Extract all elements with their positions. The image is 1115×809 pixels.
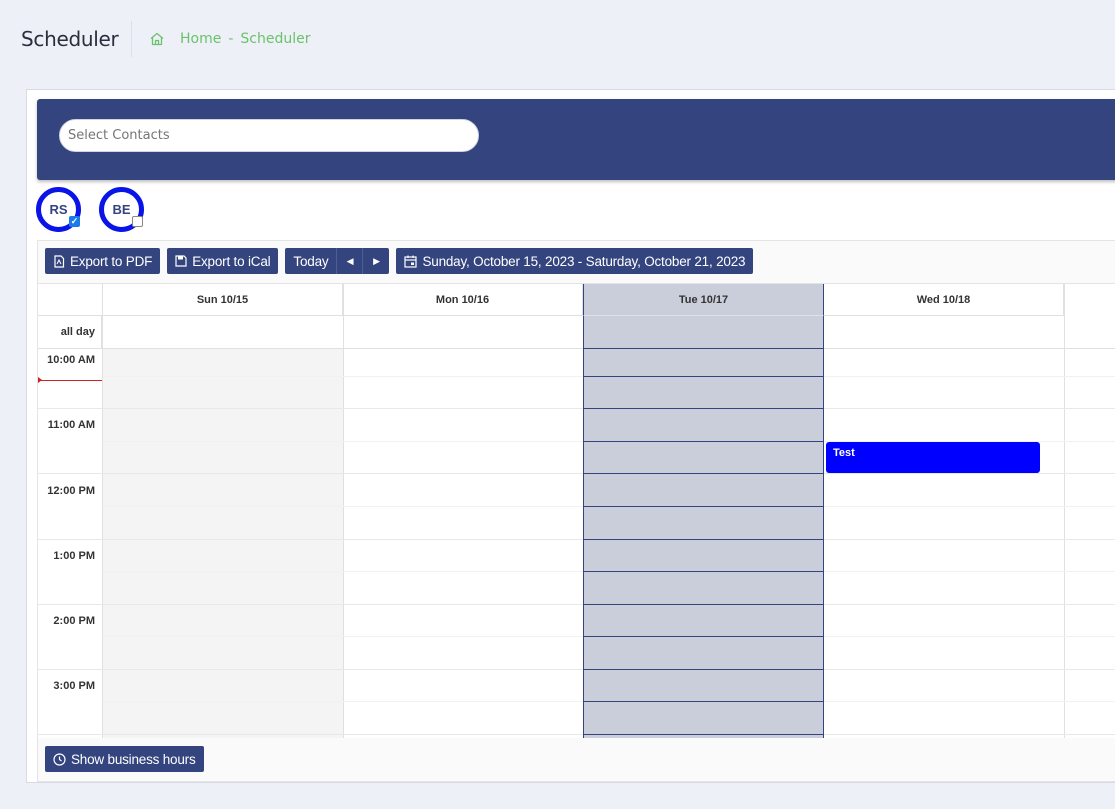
today-slot-line xyxy=(583,701,824,702)
day-header-wed[interactable]: Wed 10/18 xyxy=(824,284,1064,316)
today-slot-line xyxy=(583,636,824,637)
all-day-label: all day xyxy=(38,316,102,349)
show-business-hours-button[interactable]: Show business hours xyxy=(45,746,204,772)
day-header-tue[interactable]: Tue 10/17 xyxy=(583,284,824,316)
time-label-1pm: 1:00 PM xyxy=(53,550,95,562)
event-test[interactable]: Test xyxy=(826,442,1040,473)
day-header-mon[interactable]: Mon 10/16 xyxy=(343,284,583,316)
calendar-icon xyxy=(404,255,418,268)
today-button[interactable]: Today xyxy=(285,248,338,274)
hour-line xyxy=(38,734,1115,735)
hour-line xyxy=(38,604,1115,605)
prev-week-button[interactable]: ◀ xyxy=(337,248,364,274)
save-icon xyxy=(175,255,187,267)
page-title: Scheduler xyxy=(21,27,119,51)
time-gutter-header xyxy=(38,284,103,316)
week-grid: Sun 10/15 Mon 10/16 Tue 10/17 Wed 10/18 … xyxy=(38,283,1115,738)
scheduler: Export to PDF Export to iCal Today ◀ ▶ S… xyxy=(37,240,1115,782)
title-divider xyxy=(131,21,132,57)
next-week-button[interactable]: ▶ xyxy=(363,248,390,274)
pdf-file-icon xyxy=(54,254,65,268)
hour-line xyxy=(38,473,1115,474)
contacts-bar xyxy=(37,99,1115,180)
today-slot-line xyxy=(583,539,824,540)
time-label-3pm: 3:00 PM xyxy=(53,680,95,692)
avatar-be-checkbox[interactable] xyxy=(132,216,143,227)
avatar-rs[interactable]: RS ✓ xyxy=(36,187,81,232)
avatar-be[interactable]: BE xyxy=(99,187,144,232)
hour-line xyxy=(38,408,1115,409)
home-icon[interactable] xyxy=(149,31,165,47)
today-slot-line xyxy=(583,348,824,349)
date-range-button[interactable]: Sunday, October 15, 2023 - Saturday, Oct… xyxy=(396,248,754,274)
today-slot-line xyxy=(583,408,824,409)
today-slot-line xyxy=(583,669,824,670)
today-slot-line xyxy=(583,473,824,474)
clock-icon xyxy=(53,752,66,766)
export-pdf-button[interactable]: Export to PDF xyxy=(45,248,161,274)
time-label-12pm: 12:00 PM xyxy=(47,485,95,497)
scheduler-card: RS ✓ BE Export to PDF Export to iCal Tod… xyxy=(26,89,1115,783)
select-contacts-input[interactable] xyxy=(59,119,479,152)
export-ical-button[interactable]: Export to iCal xyxy=(167,248,279,274)
hour-line xyxy=(38,669,1115,670)
day-header-sun[interactable]: Sun 10/15 xyxy=(103,284,343,316)
breadcrumb-separator: - xyxy=(228,31,234,47)
today-slot-line xyxy=(583,571,824,572)
time-label-10am: 10:00 AM xyxy=(47,354,95,366)
today-slot-line xyxy=(583,376,824,377)
breadcrumb-scheduler[interactable]: Scheduler xyxy=(240,31,310,47)
hour-line xyxy=(38,539,1115,540)
today-slot-line xyxy=(583,604,824,605)
breadcrumb-home[interactable]: Home xyxy=(180,31,221,47)
today-slot-line xyxy=(583,734,824,735)
avatar-rs-checkbox[interactable]: ✓ xyxy=(69,216,80,227)
breadcrumb: Home - Scheduler xyxy=(149,31,311,47)
scheduler-toolbar: Export to PDF Export to iCal Today ◀ ▶ S… xyxy=(45,248,760,274)
time-label-11am: 11:00 AM xyxy=(47,419,95,431)
navigation-group: Today ◀ ▶ xyxy=(285,248,390,274)
time-label-2pm: 2:00 PM xyxy=(53,615,95,627)
today-slot-line xyxy=(583,441,824,442)
today-slot-line xyxy=(583,506,824,507)
current-time-indicator xyxy=(38,377,102,383)
